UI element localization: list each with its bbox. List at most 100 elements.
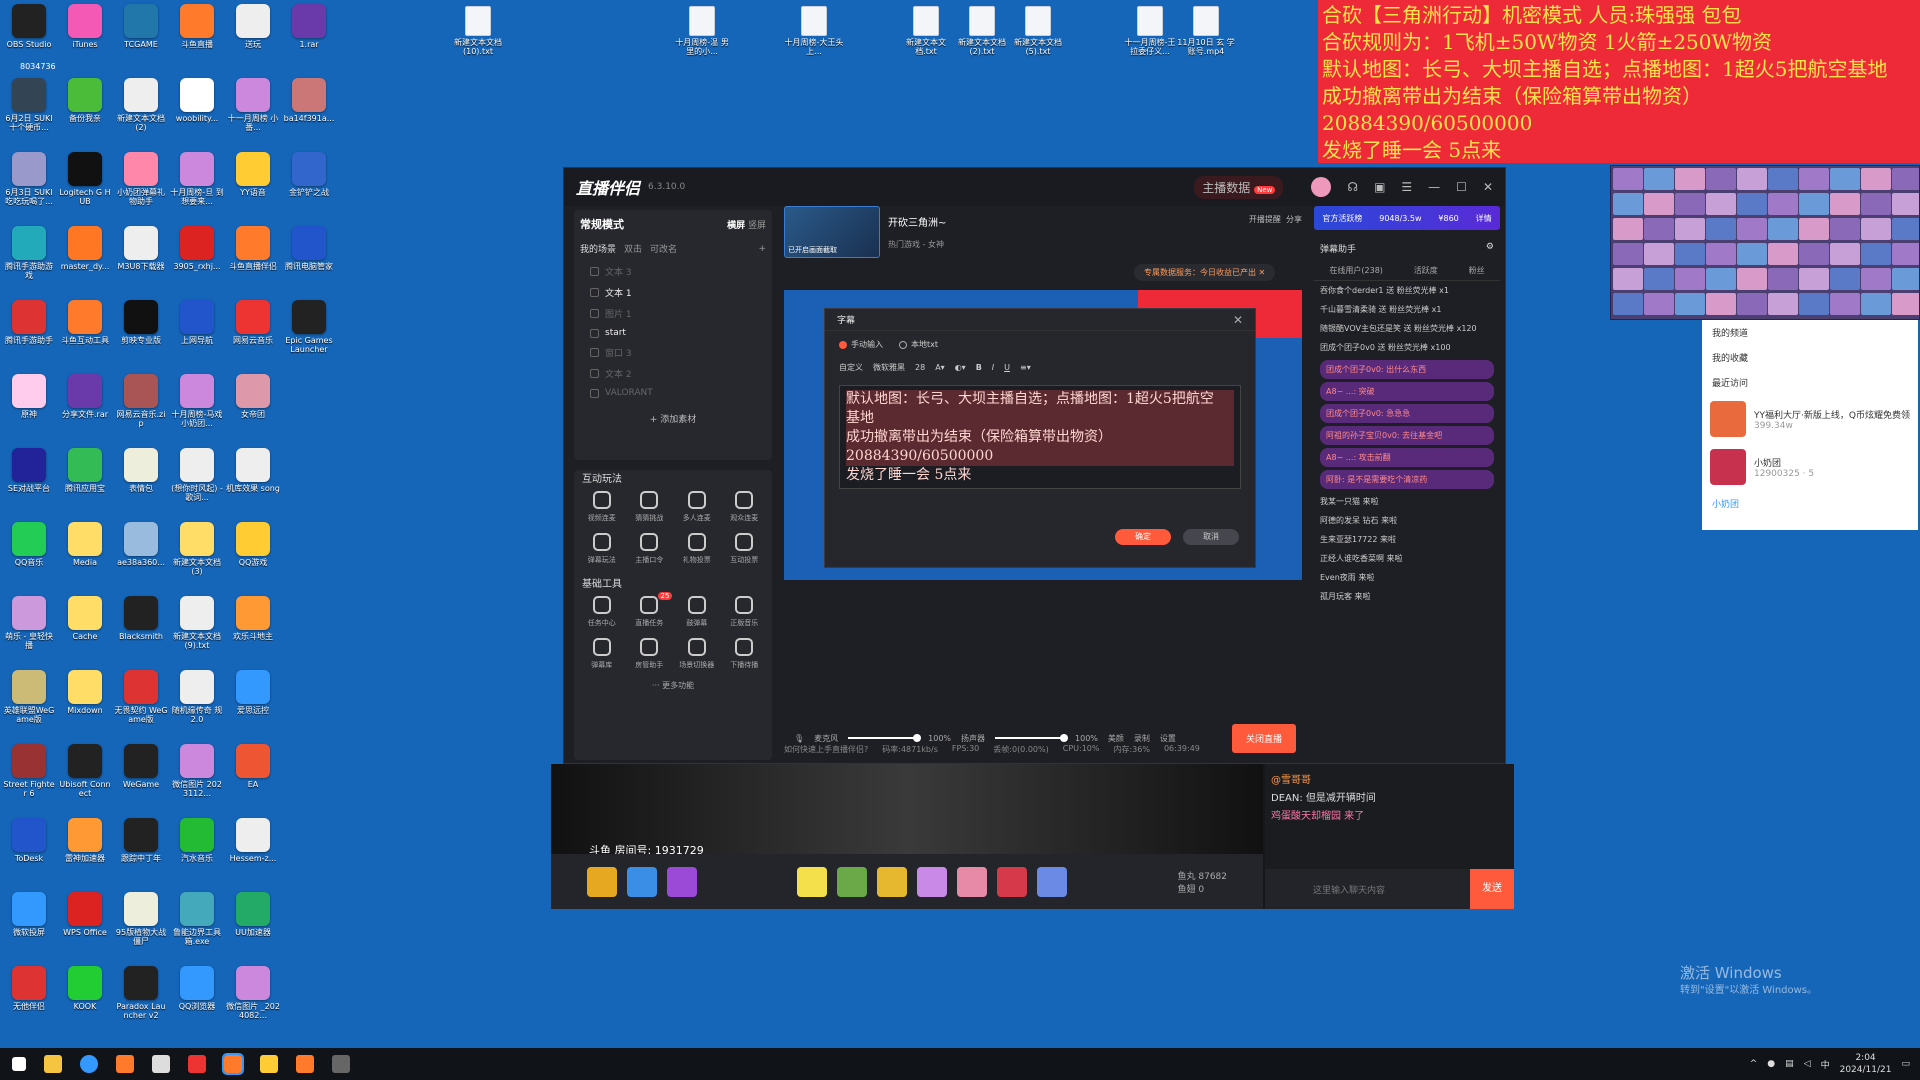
desktop-icon[interactable]: M3U8下载器 [114, 226, 168, 271]
app-icon[interactable] [80, 1055, 98, 1073]
send-button[interactable]: 发送 [1470, 869, 1514, 909]
streamer-data-button[interactable]: 主播数据 New [1194, 175, 1284, 199]
desktop-icon[interactable]: TCGAME [114, 4, 168, 49]
gift-item[interactable] [1037, 866, 1067, 897]
side-item-favorites[interactable]: 我的收藏 [1702, 345, 1918, 370]
tool-button[interactable]: 互动投票 [721, 533, 769, 565]
desktop-icon[interactable]: 爱思远控 [226, 670, 280, 715]
notice-banner[interactable]: 专属数据服务：今日收益已产出 ✕ [1134, 264, 1276, 281]
app-icon[interactable] [260, 1055, 278, 1073]
avatar[interactable] [1311, 177, 1332, 197]
gift-item[interactable] [837, 866, 867, 897]
side-footer[interactable]: 小奶团 [1702, 491, 1918, 516]
ime-indicator[interactable]: 中 [1821, 1058, 1830, 1071]
video-area[interactable] [551, 764, 1263, 854]
tool-button[interactable]: 鼓弹幕 [673, 596, 721, 628]
desktop-icon[interactable]: YY语音 [226, 152, 280, 197]
add-scene-icon[interactable]: + [758, 244, 766, 254]
align-icon[interactable]: ≡▾ [1020, 363, 1031, 372]
desktop-icon[interactable]: QQ游戏 [226, 522, 280, 567]
desktop-icon[interactable]: 女帝团 [226, 374, 280, 419]
desktop-icon[interactable]: Ubisoft Connect [58, 744, 112, 798]
desktop-icon[interactable]: 萌乐 - 皇轻快播 [2, 596, 56, 650]
mic-tray-icon[interactable]: ● [1767, 1059, 1775, 1069]
desktop-icon[interactable]: 备份我亲 [58, 78, 112, 123]
help-link[interactable]: 如何快速上手直播伴侣? [784, 744, 868, 755]
beauty-button[interactable]: 美颜 [1108, 733, 1124, 744]
mic-icon[interactable]: 🎙 [794, 734, 804, 743]
desktop-icon[interactable]: Logitech G HUB [58, 152, 112, 206]
gift-item[interactable] [917, 866, 947, 897]
desktop-icon[interactable]: Blacksmith [114, 596, 168, 641]
desktop-icon[interactable]: 跟踪中丁年 [114, 818, 168, 863]
desktop-file[interactable]: 新建文本文档.txt [896, 6, 956, 56]
mode-select[interactable]: 常规模式 [580, 216, 624, 232]
desktop-icon[interactable]: 鲁能边界工具箱.exe [170, 892, 224, 946]
desktop-icon[interactable]: 金铲铲之战 [282, 152, 336, 197]
app-icon[interactable] [116, 1055, 134, 1073]
desktop-icon[interactable]: 十一月周榜 小番... [226, 78, 280, 132]
desktop-icon[interactable]: Mixdown [58, 670, 112, 715]
desktop-icon[interactable]: woobility... [170, 78, 224, 123]
tab-portrait[interactable]: 竖屏 [748, 221, 766, 231]
desktop-icon[interactable]: WeGame [114, 744, 168, 789]
stream-category[interactable]: 热门游戏 - 女神 [888, 239, 946, 250]
tool-button[interactable]: 场景切换器 [673, 638, 721, 670]
live-item[interactable]: YY福利大厅·新版上线，Q币炫耀免费领 399.34w [1702, 395, 1918, 443]
desktop-icon[interactable]: 分享文件.rar [58, 374, 112, 419]
tab-fans[interactable]: 粉丝 [1469, 265, 1485, 276]
scene-tab[interactable]: 我的场景 [580, 242, 616, 255]
desktop-file[interactable]: 新建文本文档 (5).txt [1008, 6, 1068, 56]
desktop-icon[interactable]: 新建文本文档 (2) [114, 78, 168, 132]
tab-activity[interactable]: 活跃度 [1414, 265, 1438, 276]
desktop-icon[interactable]: (想你时风起) - 歌词... [170, 448, 224, 502]
tool-button[interactable]: 多人连麦 [673, 491, 721, 523]
desktop-icon[interactable]: 英雄联盟WeGame版 [2, 670, 56, 724]
start-icon[interactable] [12, 1057, 26, 1071]
desktop-icon[interactable]: 腾讯手游助游戏 [2, 226, 56, 280]
desktop-icon[interactable]: 新建文本文档 (9).txt [170, 596, 224, 650]
desktop-icon[interactable]: UU加速器 [226, 892, 280, 937]
desktop-icon[interactable]: QQ浏览器 [170, 966, 224, 1011]
scene-item[interactable]: 文本 3 [580, 261, 766, 282]
desktop-icon[interactable]: Paradox Launcher v2 [114, 966, 168, 1020]
gift-item[interactable] [797, 866, 827, 897]
live-item[interactable]: 小奶团 12900325 · 5 [1702, 443, 1918, 491]
record-button[interactable]: 录制 [1134, 733, 1150, 744]
italic-icon[interactable]: I [992, 363, 994, 372]
desktop-file[interactable]: 新建文本文档 (10).txt [448, 6, 508, 56]
minimize-icon[interactable]: — [1428, 180, 1440, 194]
speaker-slider[interactable] [995, 734, 1069, 742]
desktop-file[interactable]: 新建文本文档 (2).txt [952, 6, 1012, 56]
mic-slider[interactable] [848, 734, 922, 742]
desktop-icon[interactable]: Media [58, 522, 112, 567]
desktop-icon[interactable]: OBS Studio [2, 4, 56, 49]
bold-icon[interactable]: B [976, 363, 982, 372]
style-select[interactable]: 自定义 [839, 362, 863, 373]
highlight-icon[interactable]: ◐▾ [955, 363, 966, 372]
desktop-icon[interactable]: 网易云音乐 [226, 300, 280, 345]
desktop-icon[interactable]: 6月2日 SUKI 十个硬币... [2, 78, 56, 132]
desktop-icon[interactable]: 网易云音乐.zip [114, 374, 168, 428]
rank-details-button[interactable]: 详情 [1476, 213, 1492, 224]
desktop-icon[interactable]: 腾讯应用宝 [58, 448, 112, 493]
menu-icon[interactable]: ☰ [1401, 180, 1412, 194]
desktop-icon[interactable]: 新建文本文档 (3) [170, 522, 224, 576]
scene-item[interactable]: 文本 1 [580, 282, 766, 303]
gift-item[interactable] [587, 866, 617, 897]
desktop-icon[interactable]: 1.rar [282, 4, 336, 49]
close-icon[interactable]: ✕ [1483, 180, 1493, 194]
gift-item[interactable] [997, 866, 1027, 897]
desktop-icon[interactable]: 腾讯手游助手 [2, 300, 56, 345]
desktop-icon[interactable]: 表情包 [114, 448, 168, 493]
tool-button[interactable]: 弹幕库 [578, 638, 626, 670]
desktop-icon[interactable]: Epic Games Launcher [282, 300, 336, 354]
desktop-icon[interactable]: 欢乐斗地主 [226, 596, 280, 641]
app-icon[interactable] [296, 1055, 314, 1073]
scene-item[interactable]: VALORANT [580, 384, 766, 402]
clock[interactable]: 2:04 2024/11/21 [1840, 1052, 1892, 1076]
gift-item[interactable] [957, 866, 987, 897]
desktop-icon[interactable]: 汽水音乐 [170, 818, 224, 863]
desktop-icon[interactable]: 随机缘传奇 规2.0 [170, 670, 224, 724]
tool-button[interactable]: 礼物投票 [673, 533, 721, 565]
